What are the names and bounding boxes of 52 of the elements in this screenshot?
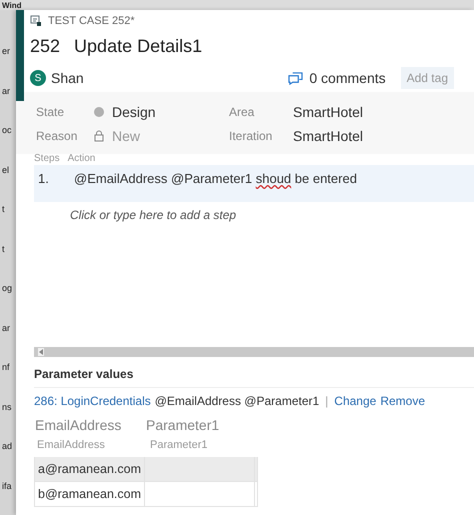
horizontal-scrollbar[interactable] <box>34 347 474 357</box>
sidebar-item[interactable]: ifa <box>0 480 16 515</box>
step-number: 1. <box>37 171 50 188</box>
action-link[interactable]: Remove <box>380 394 426 408</box>
column-subtitle: Parameter1 <box>149 438 208 453</box>
lock-icon <box>94 130 104 142</box>
work-item-id: 252 <box>30 36 60 57</box>
sidebar-item[interactable]: ar <box>0 86 16 125</box>
field-value[interactable]: Design <box>112 104 156 120</box>
parameter-names: @EmailAddress @Parameter1 <box>154 394 320 408</box>
test-case-icon <box>30 15 42 27</box>
comments-icon <box>288 72 304 84</box>
step-action: @EmailAddress @Parameter1 shoud be entered <box>74 171 357 188</box>
column-header: EmailAddress <box>34 416 122 435</box>
sidebar-item[interactable]: ar <box>0 322 16 362</box>
table-row[interactable]: b@ramanean.com <box>34 482 258 507</box>
field-label: State <box>36 105 66 119</box>
table-cell[interactable]: b@ramanean.com <box>35 482 145 506</box>
column-subtitle: EmailAddress <box>36 438 106 453</box>
shared-parameter-link[interactable]: 286: LoginCredentials <box>34 394 151 408</box>
comments-link[interactable]: 0 comments <box>309 70 386 86</box>
sidebar-item[interactable]: t <box>0 204 16 244</box>
field-label: Iteration <box>229 129 274 143</box>
column-header: Steps <box>34 153 60 165</box>
separator: | <box>325 394 328 408</box>
state-dot-icon <box>94 107 104 117</box>
sidebar-item[interactable]: er <box>0 46 16 86</box>
field-value[interactable]: SmartHotel <box>293 104 474 120</box>
work-item-type: TEST CASE 252* <box>48 15 135 27</box>
work-item-title[interactable]: Update Details1 <box>74 36 202 57</box>
sidebar-item[interactable]: el <box>0 164 16 204</box>
table-row[interactable]: a@ramanean.com <box>34 457 258 482</box>
add-step-field[interactable]: Click or type here to add a step <box>34 202 474 222</box>
sidebar-item[interactable]: oc <box>0 125 16 164</box>
field-value[interactable]: SmartHotel <box>293 128 474 144</box>
field-label: Reason <box>36 129 78 143</box>
avatar: S <box>30 70 46 86</box>
app-title: Wind <box>2 0 22 10</box>
sidebar-item[interactable]: nf <box>0 362 16 402</box>
scroll-left-icon[interactable] <box>38 348 44 356</box>
sidebar-item[interactable]: t <box>0 244 16 283</box>
table-cell[interactable]: a@ramanean.com <box>35 457 145 481</box>
step-row[interactable]: 1. @EmailAddress @Parameter1 shoud be entered <box>34 165 474 202</box>
section-heading: Parameter values <box>34 367 474 388</box>
assignee-name[interactable]: Shan <box>51 70 84 86</box>
sidebar-item[interactable]: og <box>0 283 16 322</box>
action-link[interactable]: Change <box>334 394 376 408</box>
column-header: Parameter1 <box>145 416 220 435</box>
column-header: Action <box>68 153 96 165</box>
sidebar-item[interactable]: ad <box>0 441 16 480</box>
sidebar-item[interactable]: ns <box>0 402 16 441</box>
field-label: Area <box>229 105 256 119</box>
